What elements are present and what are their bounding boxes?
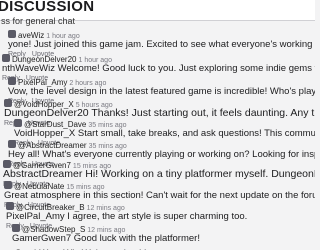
comment-meta: @NebulaNate 15 mins ago — [14, 180, 105, 191]
comment-meta: @ShadowStep_S 12 mins ago — [22, 223, 125, 234]
comment-meta: PixelPal_Amy 2 hours ago — [18, 76, 106, 87]
avatar[interactable] — [4, 181, 12, 189]
comment-body: PixelPal_Amy I agree, the art style is s… — [6, 211, 248, 222]
avatar[interactable] — [4, 99, 12, 107]
comment-body: Vow, the level design in the latest feat… — [8, 86, 315, 97]
avatar[interactable] — [14, 119, 22, 127]
comment-meta: DungeonDelver20 1 hour ago — [12, 53, 112, 64]
channel-description: ss for general chat — [1, 16, 76, 26]
comment-body: Great atmosphere in this section! Can't … — [4, 190, 315, 201]
comment-meta: @StarDust_Dave 35 mins ago — [24, 118, 127, 129]
avatar[interactable] — [2, 54, 10, 62]
message-feed[interactable]: aveWiz 1 hour ago yone! Just joined this g… — [0, 29, 315, 250]
avatar[interactable] — [8, 77, 16, 85]
avatar[interactable] — [8, 30, 16, 38]
comment-body: yone! Just joined this game jam. Excited… — [8, 39, 315, 50]
comment-meta: aveWiz 1 hour ago — [18, 29, 80, 40]
comment-meta: @AbstractDreamer 35 mins ago — [18, 139, 127, 150]
comment-meta: @CircuitBreaker_B 12 mins ago — [16, 201, 125, 212]
avatar[interactable] — [6, 202, 14, 210]
avatar[interactable] — [8, 140, 16, 148]
comment-body: AbstractDreamer Hi! Working on a tiny pl… — [3, 168, 315, 180]
avatar[interactable] — [3, 160, 11, 168]
page-title: DISCUSSION — [0, 0, 95, 15]
comment-body: VoidHopper_X Start small, take breaks, a… — [14, 128, 315, 139]
avatar[interactable] — [12, 224, 20, 232]
comment-body: GamerGwen7 Good luck with the platformer… — [12, 233, 200, 244]
comment-body: nthWaveWiz Welcome! Good luck to you. Ju… — [2, 63, 315, 74]
